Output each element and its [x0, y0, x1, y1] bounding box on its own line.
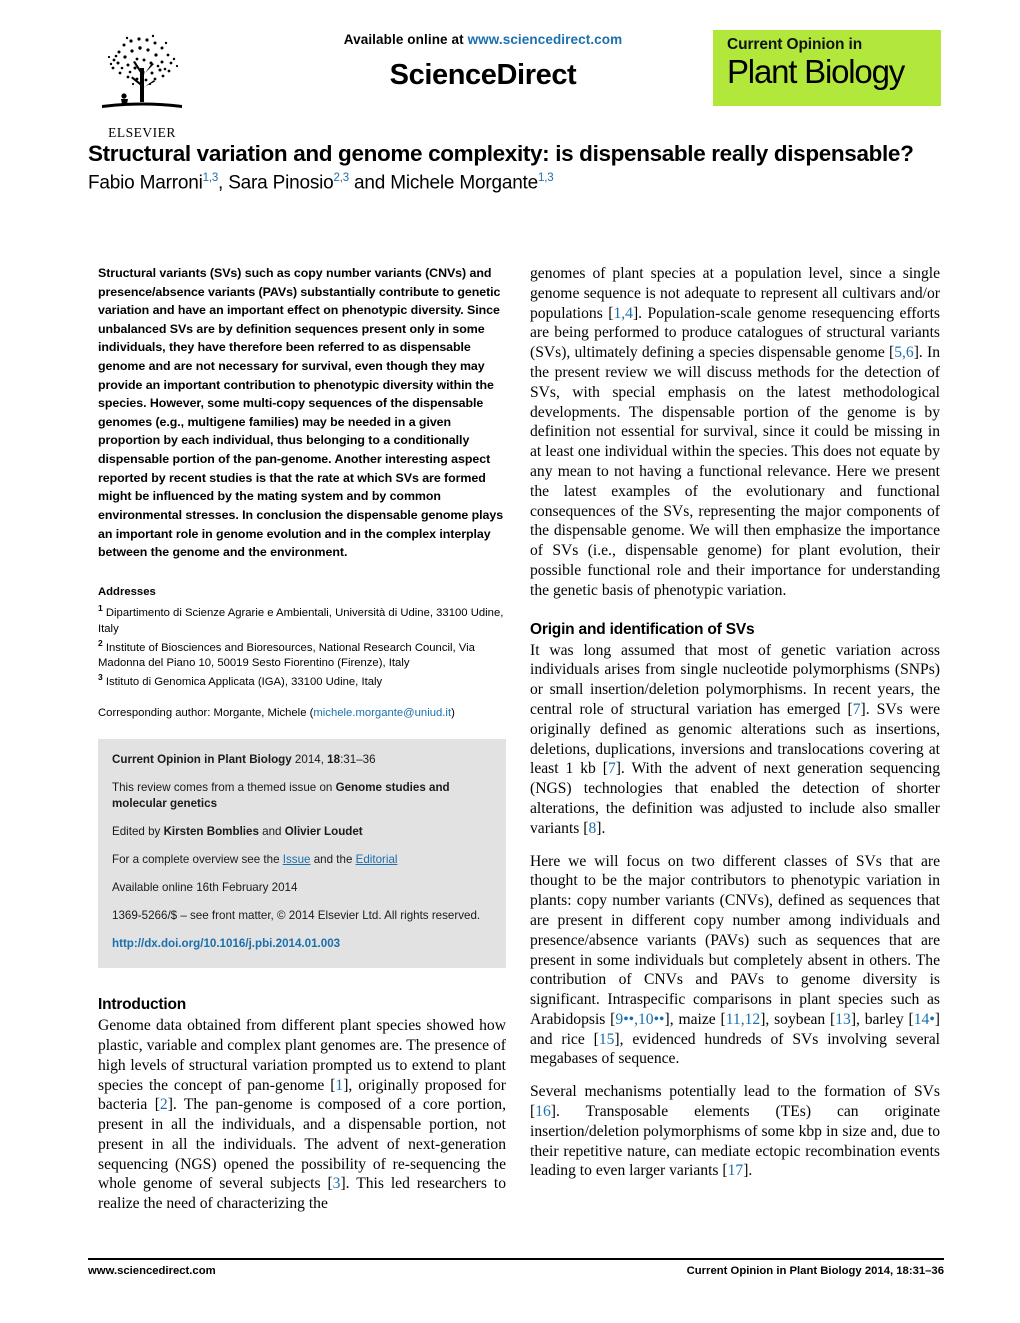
left-column: Structural variants (SVs) such as copy n…	[98, 264, 506, 1214]
origin-section: Origin and identification of SVs It was …	[530, 621, 940, 1182]
footer-divider	[88, 1258, 944, 1260]
journal-logo: Current Opinion in Plant Biology	[713, 30, 941, 106]
text-run: ], soybean [	[760, 1010, 836, 1028]
author-list: Fabio Marroni1,3, Sara Pinosio2,3 and Mi…	[88, 172, 948, 194]
overview-join: and the	[310, 853, 356, 867]
address-text: Institute of Biosciences and Bioresource…	[98, 641, 475, 670]
editor-join: and	[258, 825, 285, 839]
section-heading-introduction: Introduction	[98, 996, 186, 1014]
reference-link[interactable]: 17	[728, 1162, 744, 1179]
footer-sciencedirect-link[interactable]: www.sciencedirect.com	[88, 1265, 216, 1277]
introduction-paragraph-left: Genome data obtained from different plan…	[98, 1016, 506, 1214]
page-header: ELSEVIER Available online at www.science…	[88, 22, 944, 140]
section-heading-origin: Origin and identification of SVs	[530, 620, 755, 638]
address-marker: 2	[98, 637, 103, 648]
abstract-text: Structural variants (SVs) such as copy n…	[98, 266, 504, 560]
sciencedirect-link[interactable]: www.sciencedirect.com	[468, 32, 623, 47]
themed-issue-prefix: This review comes from a themed issue on	[112, 781, 336, 795]
citation-volume: 18	[327, 753, 341, 767]
citation-pages: :31–36	[340, 753, 376, 767]
text-run: ], barley [	[850, 1010, 914, 1028]
footer-citation-rest: 2014, 18:31–36	[861, 1265, 944, 1277]
addresses-block: Addresses 1 Dipartimento di Scienze Agra…	[98, 584, 506, 690]
reference-link[interactable]: 1,4	[613, 305, 633, 322]
author-affiliation-marker: 1,3	[202, 172, 219, 185]
doi-text[interactable]: http://dx.doi.org/10.1016/j.pbi.2014.01.…	[112, 937, 340, 950]
article-page: ELSEVIER Available online at www.science…	[0, 0, 1020, 1323]
available-online-line: Available online at www.sciencedirect.co…	[268, 32, 698, 47]
doi-link[interactable]: http://dx.doi.org/10.1016/j.pbi.2014.01.…	[112, 936, 492, 952]
introduction-paragraph-right: genomes of plant species at a population…	[530, 264, 940, 601]
edited-by-label: Edited by	[112, 825, 164, 839]
address-marker: 3	[98, 672, 103, 683]
front-matter-line: 1369-5266/$ – see front matter, © 2014 E…	[112, 909, 481, 923]
corresponding-prefix: Corresponding author: Morgante, Michele …	[98, 707, 314, 720]
editorial-link[interactable]: Editorial	[356, 853, 398, 866]
author-separator: ,	[218, 172, 229, 194]
reference-link[interactable]: 16	[535, 1103, 551, 1120]
reference-link[interactable]: 9••,10••	[615, 1011, 664, 1028]
text-run: ]. In the present review we will discuss…	[530, 344, 940, 599]
right-column: genomes of plant species at a population…	[530, 264, 940, 1181]
journal-logo-bottom-label: Plant Biology	[727, 53, 905, 90]
address-item: 2 Institute of Biosciences and Bioresour…	[98, 637, 506, 672]
reference-link[interactable]: 2	[160, 1096, 168, 1113]
issue-link[interactable]: Issue	[283, 853, 311, 866]
elsevier-tree-icon	[102, 34, 182, 108]
origin-paragraph-3: Several mechanisms potentially lead to t…	[530, 1082, 940, 1181]
address-text: Dipartimento di Scienze Agrarie e Ambien…	[98, 606, 504, 635]
text-run: ].	[743, 1162, 753, 1180]
editor-name: Kirsten Bomblies	[163, 825, 259, 839]
overview-line: For a complete overview see the Issue an…	[112, 852, 492, 868]
reference-link[interactable]: 7	[608, 760, 616, 777]
author-affiliation-marker: 2,3	[333, 172, 350, 185]
reference-link[interactable]: 5,6	[894, 344, 914, 361]
overview-prefix: For a complete overview see the	[112, 853, 283, 867]
corresponding-email-link[interactable]: michele.morgante@uniud.it	[313, 707, 451, 719]
reference-link[interactable]: 14•	[914, 1011, 935, 1028]
citation-box: Current Opinion in Plant Biology 2014, 1…	[98, 739, 506, 969]
origin-paragraph-2: Here we will focus on two different clas…	[530, 852, 940, 1070]
title-block: Structural variation and genome complexi…	[88, 140, 948, 195]
origin-paragraph-1: It was long assumed that most of genetic…	[530, 641, 940, 839]
address-item: 1 Dipartimento di Scienze Agrarie e Ambi…	[98, 602, 506, 637]
citation-line: Current Opinion in Plant Biology 2014, 1…	[112, 752, 492, 768]
available-online-label: Available online at	[343, 32, 468, 47]
address-item: 3 Istituto di Genomica Applicata (IGA), …	[98, 671, 506, 690]
text-run: ], maize [	[664, 1010, 726, 1028]
reference-link[interactable]: 7	[853, 701, 861, 718]
text-run: Here we will focus on two different clas…	[530, 852, 940, 1028]
footer-citation: Current Opinion in Plant Biology 2014, 1…	[687, 1265, 944, 1277]
sciencedirect-block: Available online at www.sciencedirect.co…	[268, 32, 698, 92]
addresses-heading: Addresses	[98, 585, 156, 598]
themed-issue-line: This review comes from a themed issue on…	[112, 780, 492, 812]
reference-link[interactable]: 15	[599, 1031, 615, 1048]
introduction-section: Introduction Genome data obtained from d…	[98, 996, 506, 1214]
footer-journal-name: Current Opinion in Plant Biology	[686, 1265, 862, 1277]
corresponding-suffix: )	[451, 707, 455, 720]
page-footer: www.sciencedirect.com Current Opinion in…	[88, 1258, 944, 1277]
journal-logo-top-label: Current Opinion in	[727, 36, 863, 53]
author-name: Fabio Marroni	[88, 172, 203, 194]
page-title: Structural variation and genome complexi…	[88, 141, 914, 166]
editors-line: Edited by Kirsten Bomblies and Olivier L…	[112, 824, 492, 840]
reference-link[interactable]: 13	[835, 1011, 851, 1028]
reference-link[interactable]: 11,12	[726, 1011, 761, 1028]
author-separator: and	[348, 172, 391, 194]
footer-row: www.sciencedirect.com Current Opinion in…	[88, 1265, 944, 1277]
available-online-date: Available online 16th February 2014	[112, 881, 298, 895]
sciencedirect-wordmark: ScienceDirect	[389, 59, 577, 91]
citation-year: 2014,	[291, 753, 328, 767]
citation-journal-name: Current Opinion in Plant Biology	[112, 753, 292, 767]
corresponding-author: Corresponding author: Morgante, Michele …	[98, 707, 506, 719]
address-marker: 1	[98, 602, 103, 613]
address-text: Istituto di Genomica Applicata (IGA), 33…	[105, 676, 383, 689]
text-run: ].	[596, 819, 606, 837]
elsevier-wordmark: ELSEVIER	[108, 125, 176, 140]
elsevier-logo: ELSEVIER	[94, 30, 190, 142]
author-affiliation-marker: 1,3	[538, 172, 554, 185]
author-name: Sara Pinosio	[228, 172, 334, 194]
author-name: Michele Morgante	[390, 172, 539, 194]
editor-name: Olivier Loudet	[284, 825, 363, 839]
